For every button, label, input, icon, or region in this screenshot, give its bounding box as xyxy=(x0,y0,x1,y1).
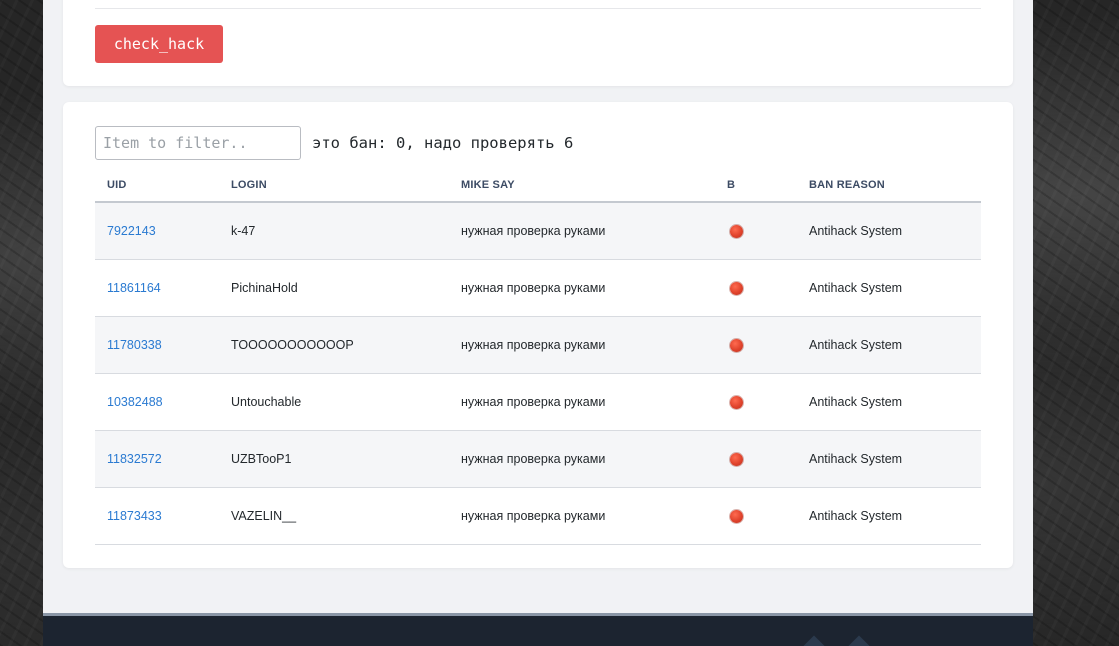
login-cell: PichinaHold xyxy=(219,259,449,317)
red-status-dot-icon xyxy=(730,339,743,353)
uid-link[interactable]: 10382488 xyxy=(107,395,163,409)
table-row: 11780338 TOOOOOOOOOOOP нужная проверка р… xyxy=(95,316,981,374)
red-status-dot-icon xyxy=(730,225,743,239)
mike-say-cell: нужная проверка руками xyxy=(449,316,715,374)
table-header-row: UID LOGIN MIKE SAY B BAN REASON xyxy=(95,168,981,203)
page-footer xyxy=(43,613,1033,646)
filter-input[interactable] xyxy=(95,126,301,160)
footer-logo-icon xyxy=(798,635,830,646)
column-header-login[interactable]: LOGIN xyxy=(219,168,449,203)
results-card: это бан: 0, надо проверять 6 UID LOGIN M… xyxy=(63,102,1013,568)
table-row: 7922143 k-47 нужная проверка руками Anti… xyxy=(95,202,981,260)
filter-bar: это бан: 0, надо проверять 6 xyxy=(95,126,573,160)
uid-link[interactable]: 7922143 xyxy=(107,224,156,238)
column-header-mike-say[interactable]: MIKE SAY xyxy=(449,168,715,203)
actions-card: check_hack xyxy=(63,0,1013,86)
red-status-dot-icon xyxy=(730,453,743,467)
mike-say-cell: нужная проверка руками xyxy=(449,373,715,431)
column-header-b[interactable]: B xyxy=(715,168,797,203)
login-cell: TOOOOOOOOOOOP xyxy=(219,316,449,374)
column-header-ban-reason[interactable]: BAN REASON xyxy=(797,168,981,203)
page-content: check_hack это бан: 0, надо проверять 6 … xyxy=(43,0,1033,646)
login-cell: UZBTooP1 xyxy=(219,430,449,488)
check-hack-button[interactable]: check_hack xyxy=(95,25,223,63)
ban-reason-cell: Antihack System xyxy=(797,202,981,260)
column-header-uid[interactable]: UID xyxy=(95,168,219,203)
ban-reason-cell: Antihack System xyxy=(797,487,981,545)
table-row: 11873433 VAZELIN__ нужная проверка рукам… xyxy=(95,487,981,545)
table-row: 11861164 PichinaHold нужная проверка рук… xyxy=(95,259,981,317)
uid-link[interactable]: 11861164 xyxy=(107,281,161,295)
ban-table: UID LOGIN MIKE SAY B BAN REASON 7922143 … xyxy=(95,168,981,545)
mike-say-cell: нужная проверка руками xyxy=(449,202,715,260)
red-status-dot-icon xyxy=(730,396,743,410)
mike-say-cell: нужная проверка руками xyxy=(449,430,715,488)
table-row: 10382488 Untouchable нужная проверка рук… xyxy=(95,373,981,431)
login-cell: k-47 xyxy=(219,202,449,260)
ban-reason-cell: Antihack System xyxy=(797,373,981,431)
login-cell: Untouchable xyxy=(219,373,449,431)
mike-say-cell: нужная проверка руками xyxy=(449,487,715,545)
red-status-dot-icon xyxy=(730,282,743,296)
footer-logo-icon xyxy=(843,635,875,646)
mike-say-cell: нужная проверка руками xyxy=(449,259,715,317)
ban-reason-cell: Antihack System xyxy=(797,430,981,488)
red-status-dot-icon xyxy=(730,510,743,524)
uid-link[interactable]: 11832572 xyxy=(107,452,162,466)
ban-reason-cell: Antihack System xyxy=(797,259,981,317)
uid-link[interactable]: 11873433 xyxy=(107,509,162,523)
uid-link[interactable]: 11780338 xyxy=(107,338,162,352)
card-divider xyxy=(95,8,981,9)
filter-status-text: это бан: 0, надо проверять 6 xyxy=(312,134,574,152)
table-row: 11832572 UZBTooP1 нужная проверка руками… xyxy=(95,430,981,488)
ban-reason-cell: Antihack System xyxy=(797,316,981,374)
login-cell: VAZELIN__ xyxy=(219,487,449,545)
